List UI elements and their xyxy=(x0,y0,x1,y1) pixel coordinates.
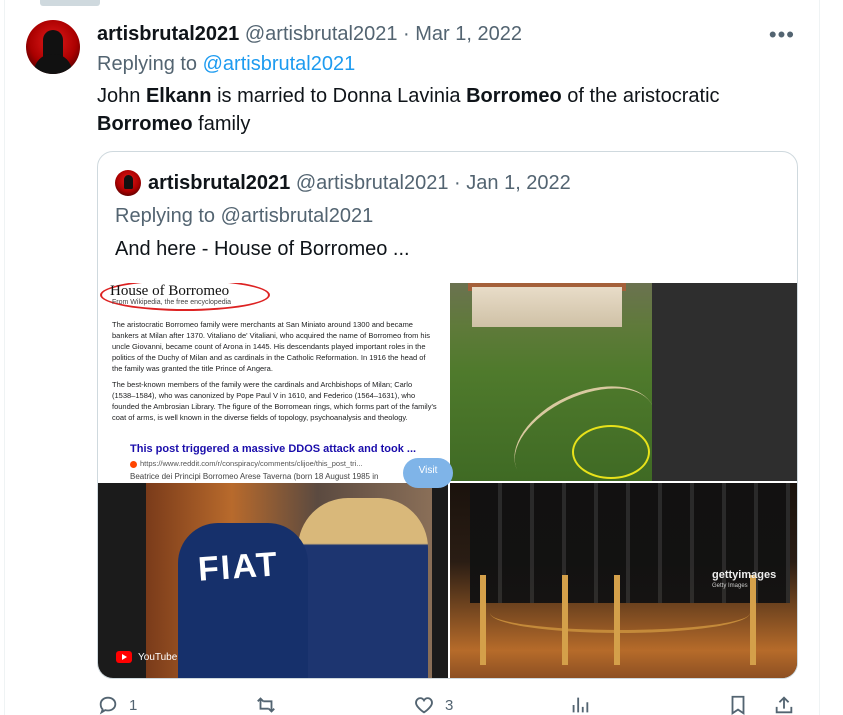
replying-to: Replying to @artisbrutal2021 xyxy=(97,52,355,76)
reply-button[interactable]: 1 xyxy=(97,694,137,715)
replying-to-link[interactable]: @artisbrutal2021 xyxy=(203,53,356,75)
getty-credit: Getty Images xyxy=(712,583,748,589)
like-count: 3 xyxy=(445,696,454,714)
display-name[interactable]: artisbrutal2021 xyxy=(97,23,239,45)
wiki-title: House of Borromeo xyxy=(110,283,230,299)
views-button[interactable] xyxy=(569,694,591,715)
separator: · xyxy=(403,23,410,45)
yellow-circle-annotation xyxy=(572,425,650,479)
tweet-text: John Elkann is married to Donna Lavinia … xyxy=(97,82,787,138)
like-button[interactable]: 3 xyxy=(413,694,453,715)
share-icon xyxy=(775,696,793,714)
bookmark-button[interactable] xyxy=(727,694,749,715)
quote-header: artisbrutal2021 @artisbrutal2021 · Jan 1… xyxy=(148,171,571,195)
text-part-bold: Borromeo xyxy=(97,113,193,135)
wiki-paragraph: The best-known members of the family wer… xyxy=(112,380,437,422)
text-part: John xyxy=(97,85,146,107)
reply-icon xyxy=(99,696,117,715)
quote-display-name: artisbrutal2021 xyxy=(148,172,291,194)
share-button[interactable] xyxy=(773,694,795,715)
quote-separator: · xyxy=(454,172,461,194)
fiat-couple-photo[interactable]: FIAT YouTube xyxy=(98,483,448,678)
villa-grounds xyxy=(450,283,672,481)
reddit-url-text: https://www.reddit.com/r/conspiracy/comm… xyxy=(140,459,363,468)
text-part: is married to Donna Lavinia xyxy=(211,85,467,107)
reddit-link-title: This post triggered a massive DDOS attac… xyxy=(130,443,417,455)
retweet-button[interactable] xyxy=(255,694,277,715)
views-icon xyxy=(572,697,589,713)
thread-connector xyxy=(40,0,100,6)
more-icon[interactable]: ••• xyxy=(769,22,795,48)
visit-button[interactable]: Visit xyxy=(403,458,453,488)
man-figure xyxy=(178,523,308,678)
wiki-footer-text: Beatrice dei Principi Borromeo Arese Tav… xyxy=(130,472,379,481)
retweet-icon xyxy=(257,697,275,713)
handle[interactable]: @artisbrutal2021 xyxy=(245,23,398,45)
ceremony-photo[interactable]: gettyimages Getty Images xyxy=(450,483,797,678)
wiki-subtitle: From Wikipedia, the free encyclopedia xyxy=(112,299,232,306)
quote-date: Jan 1, 2022 xyxy=(466,172,571,194)
quote-tweet[interactable]: artisbrutal2021 @artisbrutal2021 · Jan 1… xyxy=(97,151,798,679)
rope-barrier xyxy=(490,593,750,633)
text-part: family xyxy=(192,113,251,135)
quote-replying-prefix: Replying to xyxy=(115,205,216,227)
tweet-actions: 1 3 xyxy=(97,694,797,715)
youtube-icon xyxy=(116,651,132,663)
quote-handle: @artisbrutal2021 xyxy=(295,172,449,194)
heart-icon xyxy=(415,697,433,714)
wiki-paragraph: The aristocratic Borromeo family were me… xyxy=(112,320,430,373)
quote-replying-handle: @artisbrutal2021 xyxy=(220,205,374,227)
text-part: of the aristocratic xyxy=(561,85,720,107)
avatar[interactable] xyxy=(26,20,80,74)
quote-replying-to: Replying to @artisbrutal2021 xyxy=(115,204,373,228)
tweet-date[interactable]: Mar 1, 2022 xyxy=(415,23,522,45)
media-grid: House of Borromeo From Wikipedia, the fr… xyxy=(98,283,797,678)
wikipedia-screenshot[interactable]: House of Borromeo From Wikipedia, the fr… xyxy=(98,283,448,481)
getty-watermark: gettyimages xyxy=(712,569,777,581)
youtube-label: YouTube xyxy=(138,651,178,663)
reply-count: 1 xyxy=(129,696,138,714)
reddit-icon xyxy=(130,460,137,468)
youtube-source: YouTube xyxy=(116,651,177,663)
bookmark-icon xyxy=(731,695,745,715)
fiat-logo-text: FIAT xyxy=(196,545,281,589)
text-part-bold: Borromeo xyxy=(466,85,562,107)
woman-figure xyxy=(298,498,428,678)
text-part-bold: Elkann xyxy=(145,85,212,107)
reddit-link-url: https://www.reddit.com/r/conspiracy/comm… xyxy=(130,459,363,468)
quote-text: And here - House of Borromeo ... xyxy=(115,238,410,260)
replying-prefix: Replying to xyxy=(97,53,198,75)
quote-avatar xyxy=(115,170,141,196)
villa-aerial-photo[interactable] xyxy=(450,283,797,481)
tweet-header: artisbrutal2021 @artisbrutal2021 · Mar 1… xyxy=(97,22,522,46)
